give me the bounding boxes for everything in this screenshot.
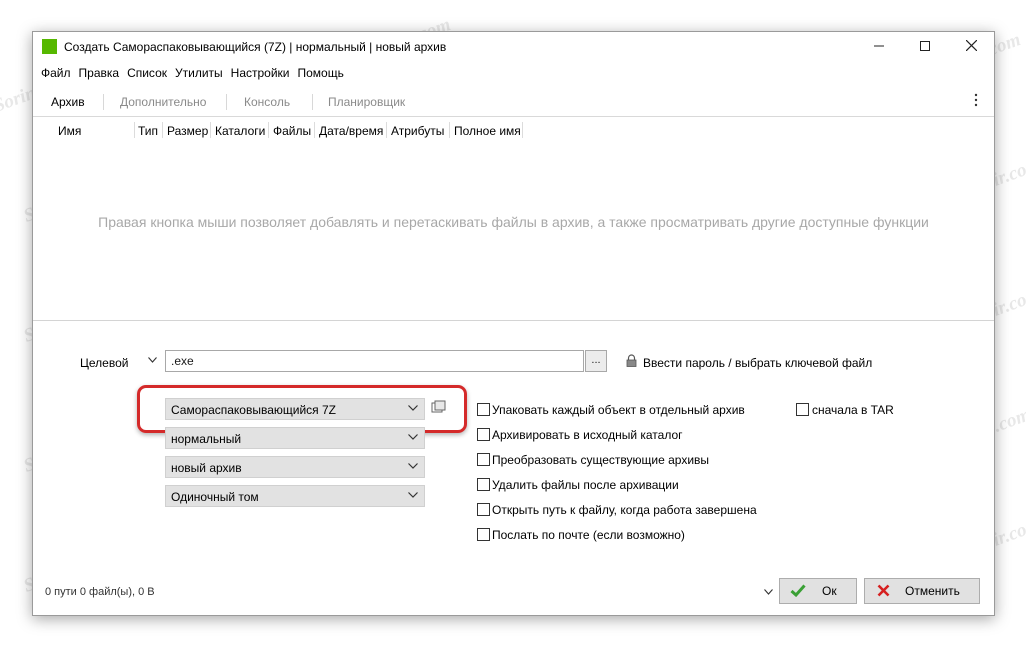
volume-split-value: Одиночный том: [171, 490, 259, 504]
column-header-fullname[interactable]: Полное имя: [454, 124, 521, 138]
option-checkbox-delete-files[interactable]: [477, 478, 490, 491]
close-icon: [965, 39, 977, 52]
ok-label: Ок: [822, 584, 837, 598]
x-icon: [877, 584, 890, 597]
column-separator: [522, 122, 523, 138]
chevron-down-icon: [408, 489, 418, 501]
menu-file[interactable]: Файл: [37, 64, 75, 82]
empty-list-hint: Правая кнопка мыши позволяет добавлять и…: [98, 214, 929, 230]
option-checkbox-tar-first[interactable]: [796, 403, 809, 416]
column-separator: [386, 122, 387, 138]
ok-button[interactable]: Ок: [779, 578, 857, 604]
more-options-icon[interactable]: [974, 93, 978, 107]
menu-settings[interactable]: Настройки: [227, 64, 294, 82]
option-label: Упаковать каждый объект в отдельный архи…: [492, 403, 745, 417]
lock-icon: [626, 354, 637, 367]
archive-format-select[interactable]: Самораспаковывающийся 7Z: [165, 398, 425, 420]
tab-advanced[interactable]: Дополнительно: [120, 95, 206, 109]
window-title: Создать Самораспаковывающийся (7Z) | нор…: [64, 40, 447, 54]
kebab-icon: [974, 93, 978, 107]
column-separator: [134, 122, 135, 138]
panel-divider: [33, 320, 994, 321]
option-checkbox-source-folder[interactable]: [477, 428, 490, 441]
close-button[interactable]: [948, 32, 994, 62]
cancel-button[interactable]: Отменить: [864, 578, 980, 604]
compression-level-value: нормальный: [171, 432, 242, 446]
tab-scheduler[interactable]: Планировщик: [328, 95, 405, 109]
password-link[interactable]: Ввести пароль / выбрать ключевой файл: [643, 356, 872, 370]
target-path-input[interactable]: .exe: [165, 350, 584, 372]
chevron-down-icon: [408, 402, 418, 414]
minimize-icon: [874, 45, 884, 47]
option-label: Удалить файлы после архивации: [492, 478, 679, 492]
column-header-name[interactable]: Имя: [58, 124, 81, 138]
tab-separator: [103, 94, 104, 110]
column-separator: [449, 122, 450, 138]
menu-tools[interactable]: Утилиты: [171, 64, 227, 82]
title-bar[interactable]: Создать Самораспаковывающийся (7Z) | нор…: [33, 32, 994, 62]
option-label: Архивировать в исходный каталог: [492, 428, 683, 442]
archive-mode-select[interactable]: новый архив: [165, 456, 425, 478]
compression-level-select[interactable]: нормальный: [165, 427, 425, 449]
tab-archive[interactable]: Архив: [51, 95, 85, 109]
option-label: сначала в TAR: [812, 403, 894, 417]
option-checkbox-separate-archives[interactable]: [477, 403, 490, 416]
archive-mode-value: новый архив: [171, 461, 242, 475]
chevron-down-icon: [408, 431, 418, 443]
column-separator: [162, 122, 163, 138]
tab-bar: Архив Дополнительно Консоль Планировщик: [33, 88, 994, 117]
column-separator: [268, 122, 269, 138]
file-list[interactable]: Имя Тип Размер Каталоги Файлы Дата/время…: [33, 118, 994, 318]
minimize-button[interactable]: [856, 32, 902, 62]
chevron-down-icon: [764, 589, 773, 595]
menu-edit[interactable]: Правка: [75, 64, 124, 82]
column-header-files[interactable]: Файлы: [273, 124, 311, 138]
copy-format-icon[interactable]: [431, 400, 447, 414]
browse-button[interactable]: ...: [585, 350, 607, 372]
menu-help[interactable]: Помощь: [294, 64, 348, 82]
tab-separator: [226, 94, 227, 110]
target-label: Целевой: [80, 356, 129, 370]
tab-console[interactable]: Консоль: [244, 95, 290, 109]
status-text: 0 пути 0 файл(ы), 0 B: [45, 586, 155, 598]
target-path-value: .exe: [171, 354, 194, 368]
maximize-button[interactable]: [902, 32, 948, 62]
archive-format-value: Самораспаковывающийся 7Z: [171, 403, 337, 417]
column-header-datetime[interactable]: Дата/время: [319, 124, 383, 138]
check-icon: [790, 584, 806, 597]
menu-list[interactable]: Список: [123, 64, 171, 82]
create-archive-dialog: Создать Самораспаковывающийся (7Z) | нор…: [32, 31, 995, 616]
column-header-folders[interactable]: Каталоги: [215, 124, 265, 138]
column-header-size[interactable]: Размер: [167, 124, 208, 138]
option-label: Преобразовать существующие архивы: [492, 453, 710, 467]
tab-separator: [312, 94, 313, 110]
column-separator: [314, 122, 315, 138]
cancel-label: Отменить: [905, 584, 960, 598]
option-checkbox-open-path[interactable]: [477, 503, 490, 516]
column-header-type[interactable]: Тип: [138, 124, 158, 138]
chevron-down-icon: [408, 460, 418, 472]
maximize-icon: [920, 41, 930, 51]
option-checkbox-convert-archives[interactable]: [477, 453, 490, 466]
column-separator: [210, 122, 211, 138]
target-history-dropdown[interactable]: [148, 354, 157, 366]
ok-options-dropdown[interactable]: [764, 586, 773, 598]
option-checkbox-send-mail[interactable]: [477, 528, 490, 541]
chevron-down-icon: [148, 357, 157, 363]
volume-split-select[interactable]: Одиночный том: [165, 485, 425, 507]
option-label: Послать по почте (если возможно): [492, 528, 685, 542]
menu-bar: Файл Правка Список Утилиты Настройки Помощь: [33, 64, 994, 82]
option-label: Открыть путь к файлу, когда работа завер…: [492, 503, 757, 517]
app-icon: [42, 39, 57, 54]
column-header-attributes[interactable]: Атрибуты: [391, 124, 444, 138]
